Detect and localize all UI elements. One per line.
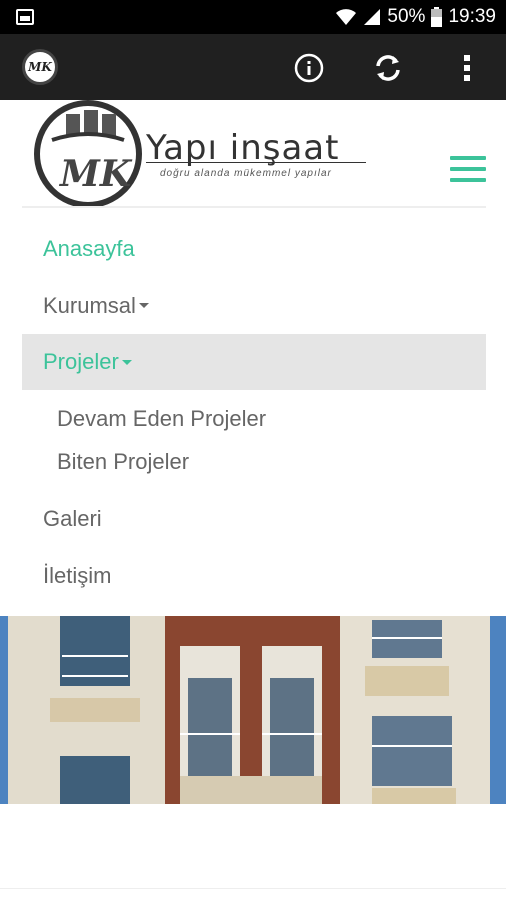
projeler-submenu: Devam Eden Projeler Biten Projeler (22, 390, 486, 490)
app-logo-icon[interactable]: MK (22, 49, 58, 85)
menu-item-galeri[interactable]: Galeri (22, 490, 486, 547)
footer-divider (0, 888, 506, 889)
svg-text:+: + (350, 20, 354, 26)
menu-item-label: Kurumsal (43, 292, 136, 318)
more-vert-icon (464, 55, 470, 81)
building-illustration (0, 616, 506, 804)
hamburger-bar (450, 156, 486, 160)
menu-item-label: Galeri (43, 505, 102, 531)
menu-item-iletisim[interactable]: İletişim (22, 547, 486, 604)
clock: 19:39 (448, 6, 496, 27)
header-divider (22, 206, 486, 208)
info-icon (294, 53, 324, 83)
brand-logo-icon: MK (34, 100, 142, 208)
submenu-item-label: Biten Projeler (57, 448, 190, 474)
main-menu: Anasayfa Kurumsal Projeler Devam Eden Pr… (22, 220, 486, 604)
info-button[interactable] (292, 51, 326, 85)
wifi-icon: + (336, 9, 357, 26)
more-options-button[interactable] (450, 51, 484, 85)
refresh-icon (376, 55, 400, 81)
battery-percent: 50% (387, 6, 426, 27)
gallery-icon (16, 9, 34, 25)
menu-item-projeler[interactable]: Projeler (22, 334, 486, 390)
refresh-button[interactable] (371, 51, 405, 85)
menu-item-kurumsal[interactable]: Kurumsal (22, 277, 486, 334)
hamburger-bar (450, 178, 486, 182)
menu-item-label: İletişim (43, 562, 112, 588)
menu-item-anasayfa[interactable]: Anasayfa (22, 220, 486, 277)
submenu-item-biten[interactable]: Biten Projeler (22, 440, 486, 483)
menu-toggle-button[interactable] (450, 156, 486, 182)
menu-item-label: Anasayfa (43, 235, 135, 261)
hero-building-image (0, 616, 506, 804)
battery-icon (431, 7, 443, 27)
signal-icon (364, 9, 381, 25)
caret-down-icon (121, 359, 132, 365)
brand-tagline: doğru alanda mükemmel yapılar (160, 168, 332, 179)
submenu-item-devam-eden[interactable]: Devam Eden Projeler (22, 397, 486, 440)
svg-text:MK: MK (58, 153, 133, 195)
app-bar: MK (0, 34, 506, 100)
status-bar: + 50% 19:39 (0, 0, 506, 34)
caret-down-icon (138, 303, 149, 308)
menu-item-label: Projeler (43, 349, 119, 374)
hamburger-bar (450, 167, 486, 171)
brand-rule (146, 162, 366, 163)
status-icons: + 50% 19:39 (335, 4, 496, 30)
submenu-item-label: Devam Eden Projeler (57, 405, 267, 431)
